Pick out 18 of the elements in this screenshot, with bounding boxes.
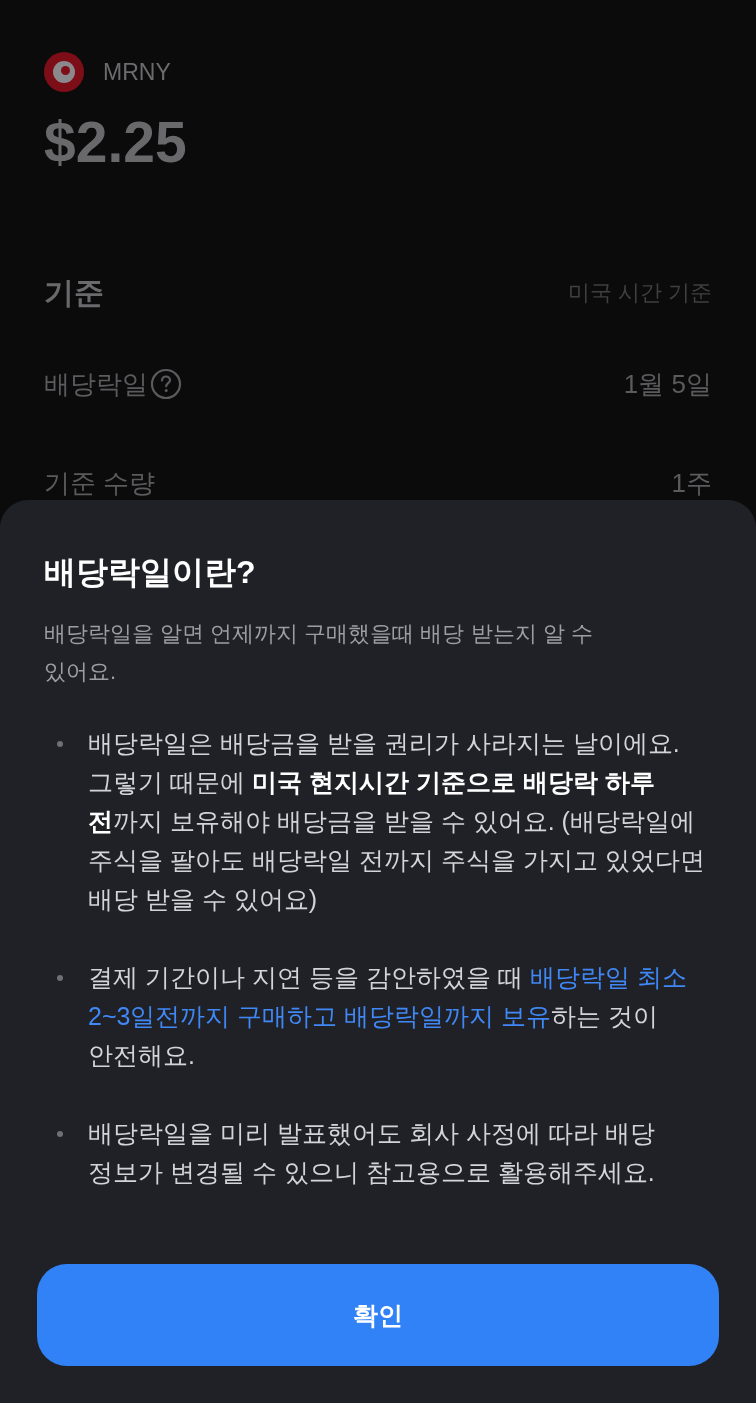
- bullet-text: 결제 기간이나 지연 등을 감안하였을 때 배당락일 최소 2~3일전까지 구매하고 배당락일까지 보유하는 것이 안전해요.: [88, 962, 688, 1071]
- stock-price: $2.25: [44, 111, 187, 173]
- info-value: 1월 5일: [623, 367, 712, 401]
- section-heading: 기준: [44, 274, 104, 311]
- info-value: 1주: [671, 466, 712, 500]
- bullet-dot-icon: [57, 740, 63, 747]
- confirm-button[interactable]: 확인: [37, 1264, 719, 1366]
- ring-logo-icon: [44, 52, 84, 92]
- sheet-description: 배당락일을 알면 언제까지 구매했을때 배당 받는지 알 수 있어요.: [44, 620, 594, 686]
- bullet-text: 배당락일은 배당금을 받을 권리가 사라지는 날이에요. 그렇기 때문에 미국 현지시간 기준으로 배당락 하루 전까지 보유해야 배당금을 받을 수 있어요. (배당락일에 주식을 팔아도 배당락일 전까지 주식을 가지고 있었다면 배당 받을 수 있어요): [88, 728, 706, 915]
- help-icon[interactable]: [150, 368, 182, 400]
- bullet-dot-icon: [57, 1130, 63, 1137]
- sheet-title: 배당락일이란?: [44, 553, 256, 592]
- ticker-symbol: MRNY: [103, 58, 171, 86]
- bullet-dot-icon: [57, 974, 63, 981]
- info-label: 배당락일: [44, 367, 148, 401]
- info-label: 기준 수량: [44, 466, 156, 500]
- bullet-text: 배당락일을 미리 발표했어도 회사 사정에 따라 배당 정보가 변경될 수 있으니 참고용으로 활용해주세요.: [88, 1118, 656, 1188]
